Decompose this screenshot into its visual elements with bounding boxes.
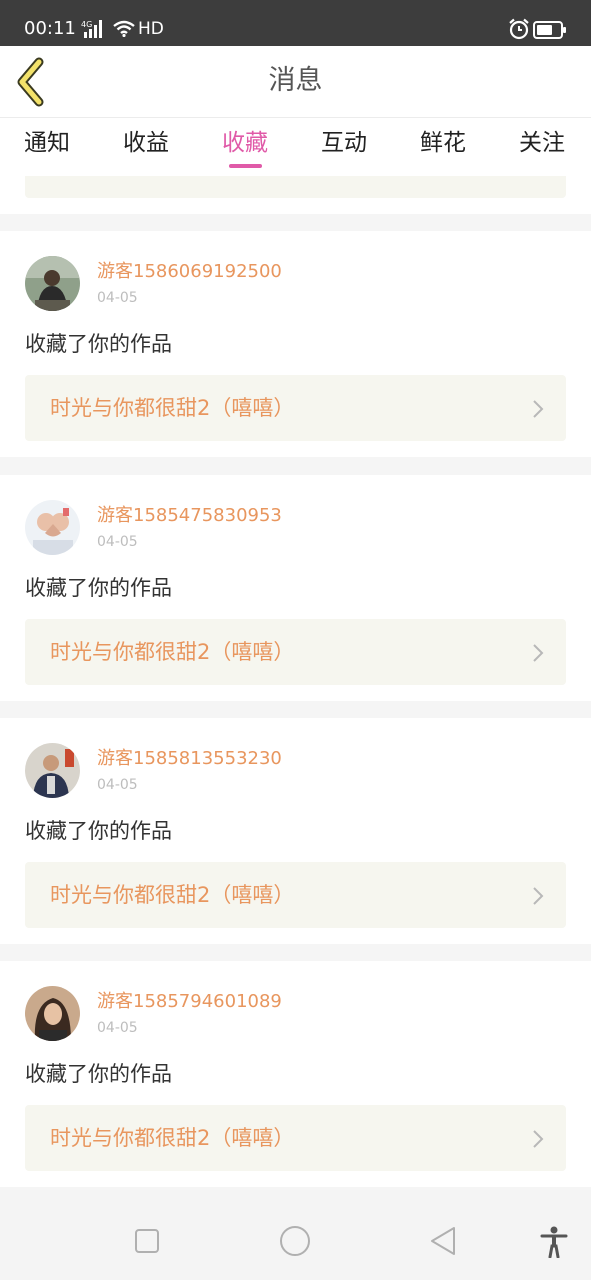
status-time: 00:11 [24,18,76,39]
tab-favorites[interactable]: 收藏 [222,126,268,160]
work-link[interactable]: 时光与你都很甜2（嘻嘻） [25,619,566,685]
hd-indicator: HD [138,19,164,39]
work-link-partial[interactable] [25,176,566,198]
timestamp: 04-05 [97,290,138,306]
notification-text: 收藏了你的作品 [25,332,172,356]
avatar[interactable] [25,986,80,1041]
system-nav-bar [0,1190,591,1280]
status-bar: 00:11 4G HD [0,0,591,46]
tab-flowers[interactable]: 鲜花 [420,126,466,160]
username-link[interactable]: 游客1585794601089 [97,990,282,1014]
timestamp: 04-05 [97,1020,138,1036]
list-item: 游客1585813553230 04-05 收藏了你的作品 时光与你都很甜2（嘻… [0,718,591,944]
tab-bar: 通知 收益 收藏 互动 鲜花 关注 [0,118,591,176]
work-title: 时光与你都很甜2（嘻嘻） [50,1126,295,1150]
list-item: 游客1585475830953 04-05 收藏了你的作品 时光与你都很甜2（嘻… [0,475,591,701]
list-item [0,176,591,214]
list-item: 游客1585794601089 04-05 收藏了你的作品 时光与你都很甜2（嘻… [0,961,591,1187]
chevron-right-icon [533,1130,544,1148]
header-bar: 消息 [0,46,591,118]
list-item: 游客1586069192500 04-05 收藏了你的作品 时光与你都很甜2（嘻… [0,231,591,457]
chevron-right-icon [533,400,544,418]
alarm-clock-icon [508,18,530,44]
tab-notifications[interactable]: 通知 [24,126,70,160]
notification-text: 收藏了你的作品 [25,819,172,843]
triangle-back-icon[interactable] [428,1226,458,1256]
tab-interactions[interactable]: 互动 [321,126,367,160]
work-title: 时光与你都很甜2（嘻嘻） [50,640,295,664]
accessibility-icon[interactable] [540,1226,568,1258]
circle-icon[interactable] [279,1225,311,1257]
chevron-right-icon [533,887,544,905]
username-link[interactable]: 游客1585813553230 [97,747,282,771]
tab-earnings[interactable]: 收益 [123,126,169,160]
avatar[interactable] [25,743,80,798]
battery-icon [533,21,567,43]
wifi-icon [113,20,135,41]
network-type: 4G [81,20,92,29]
username-link[interactable]: 游客1586069192500 [97,260,282,284]
work-link[interactable]: 时光与你都很甜2（嘻嘻） [25,862,566,928]
avatar[interactable] [25,500,80,555]
chevron-right-icon [533,644,544,662]
work-title: 时光与你都很甜2（嘻嘻） [50,883,295,907]
tab-following[interactable]: 关注 [519,126,565,160]
work-link[interactable]: 时光与你都很甜2（嘻嘻） [25,1105,566,1171]
active-tab-indicator [229,164,262,168]
avatar[interactable] [25,256,80,311]
timestamp: 04-05 [97,777,138,793]
work-title: 时光与你都很甜2（嘻嘻） [50,396,295,420]
work-link[interactable]: 时光与你都很甜2（嘻嘻） [25,375,566,441]
notification-text: 收藏了你的作品 [25,576,172,600]
notification-text: 收藏了你的作品 [25,1062,172,1086]
timestamp: 04-05 [97,534,138,550]
username-link[interactable]: 游客1585475830953 [97,504,282,528]
page-title: 消息 [268,65,323,96]
square-icon[interactable] [134,1228,160,1254]
